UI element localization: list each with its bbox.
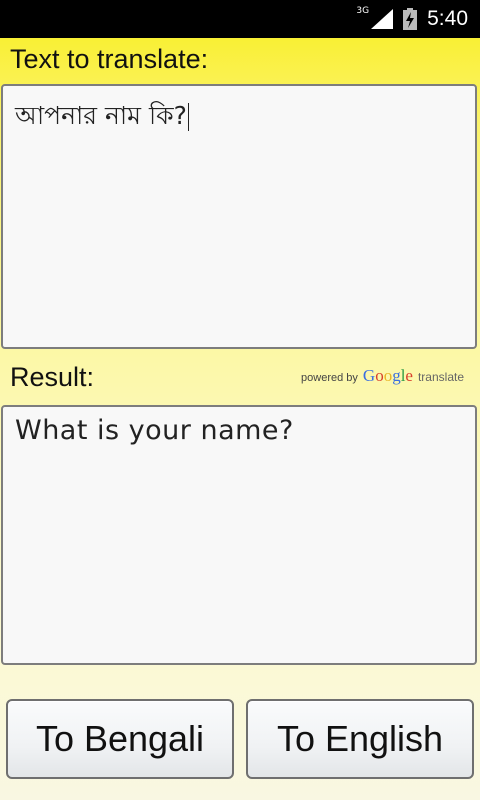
to-english-button[interactable]: To English [246, 699, 474, 779]
result-label: Result: [10, 362, 95, 392]
battery-charging-icon [403, 8, 418, 30]
google-logo: Google [363, 366, 413, 386]
status-bar: 3G 5:40 [0, 0, 480, 38]
source-text-input[interactable]: আপনার নাম কি? [1, 84, 477, 349]
google-logo-letter: o [375, 366, 384, 385]
result-text-value: What is your name? [15, 415, 294, 446]
clock: 5:40 [427, 7, 468, 30]
google-logo-letter: G [362, 366, 376, 385]
google-logo-letter: e [405, 366, 413, 385]
result-text-area[interactable]: What is your name? [1, 405, 477, 665]
google-logo-letter: g [392, 366, 401, 385]
source-label: Text to translate: [10, 44, 209, 74]
text-cursor [187, 103, 189, 131]
google-logo-letter: o [383, 366, 393, 385]
google-translate-attribution: powered by Google translate [301, 366, 464, 386]
network-type-label: 3G [356, 6, 370, 16]
powered-by-text: powered by [301, 372, 358, 384]
to-bengali-button[interactable]: To Bengali [6, 699, 234, 779]
source-text-value: আপনার নাম কি? [15, 101, 187, 130]
signal-icon [371, 9, 394, 29]
translate-text: translate [417, 370, 464, 384]
